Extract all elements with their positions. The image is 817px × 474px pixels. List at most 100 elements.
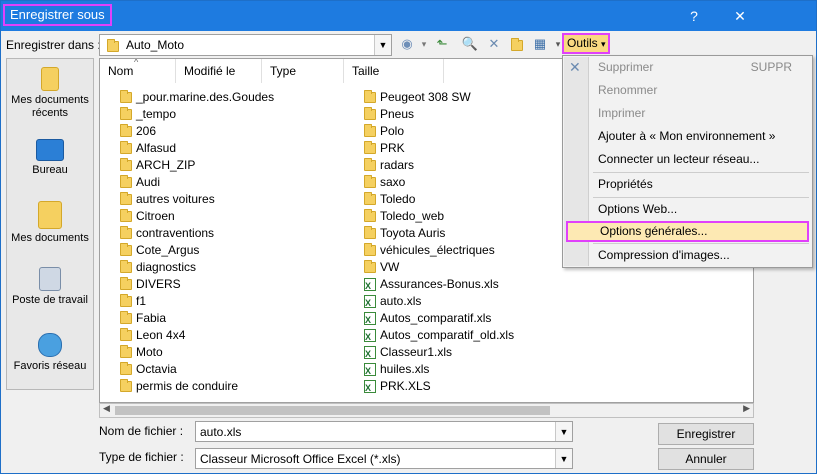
excel-file-icon bbox=[364, 295, 376, 312]
scroll-left-icon[interactable]: ◀ bbox=[103, 403, 110, 414]
delete-icon[interactable]: ✕ bbox=[485, 35, 503, 53]
folder-icon bbox=[120, 192, 132, 205]
save-as-dialog: Enregistrer sous ? ✕ Enregistrer dans : … bbox=[0, 0, 817, 474]
item-name: Pneus bbox=[380, 107, 415, 121]
folder-icon bbox=[364, 192, 376, 205]
item-name: auto.xls bbox=[380, 294, 422, 308]
menu-item-properties[interactable]: Propriétés bbox=[590, 174, 810, 195]
cancel-button[interactable]: Annuler bbox=[658, 448, 754, 470]
folder-icon bbox=[107, 39, 119, 52]
item-name: _pour.marine.des.Goudes bbox=[136, 90, 275, 104]
tools-menu: ✕ Supprimer SUPPR Renommer Imprimer Ajou… bbox=[562, 55, 813, 268]
views-icon[interactable]: ▦ bbox=[531, 35, 549, 53]
current-folder: Auto_Moto bbox=[126, 38, 185, 52]
network-places-icon bbox=[38, 333, 62, 357]
menu-item-label: Options générales... bbox=[600, 224, 708, 238]
save-button[interactable]: Enregistrer bbox=[658, 423, 754, 445]
menu-separator bbox=[593, 197, 809, 198]
menu-item-rename[interactable]: Renommer bbox=[590, 80, 810, 101]
folder-icon bbox=[364, 90, 376, 103]
folder-icon bbox=[364, 260, 376, 273]
save-in-combo[interactable]: Auto_Moto ▼ bbox=[99, 34, 392, 56]
item-name: Audi bbox=[136, 175, 161, 189]
column-header-modified[interactable]: Modifié le bbox=[176, 59, 262, 83]
horizontal-scrollbar[interactable]: ◀ ▶ bbox=[99, 403, 754, 418]
excel-file-icon bbox=[364, 312, 376, 329]
recent-documents-icon bbox=[41, 67, 59, 91]
search-web-icon[interactable]: 🔍 bbox=[461, 35, 479, 53]
folder-icon bbox=[120, 141, 132, 154]
place-label: Bureau bbox=[32, 164, 68, 176]
item-name: Citroen bbox=[136, 209, 175, 223]
place-label: Mes documents bbox=[11, 232, 89, 244]
title-bar: Enregistrer sous ? ✕ bbox=[1, 1, 816, 31]
menu-item-label: Imprimer bbox=[598, 106, 646, 120]
scrollbar-thumb[interactable] bbox=[115, 406, 550, 415]
menu-separator bbox=[593, 243, 809, 244]
item-name: contraventions bbox=[136, 226, 215, 240]
back-dropdown-icon[interactable]: ▾ bbox=[415, 35, 433, 53]
chevron-down-icon[interactable]: ▼ bbox=[555, 449, 572, 468]
excel-file-icon bbox=[364, 278, 376, 295]
scroll-right-icon[interactable]: ▶ bbox=[743, 403, 750, 414]
item-name: Autos_comparatif.xls bbox=[380, 311, 492, 325]
place-recent-documents[interactable]: Mes documents récents bbox=[7, 67, 93, 120]
item-name: Polo bbox=[380, 124, 405, 138]
folder-icon bbox=[364, 158, 376, 171]
column-header-type[interactable]: Type bbox=[262, 59, 344, 83]
place-computer[interactable]: Poste de travail bbox=[7, 267, 93, 307]
place-network[interactable]: Favoris réseau bbox=[7, 333, 93, 373]
folder-icon bbox=[120, 277, 132, 290]
item-name: Toyota Auris bbox=[380, 226, 446, 240]
folder-icon bbox=[120, 107, 132, 120]
computer-icon bbox=[39, 267, 61, 291]
chevron-down-icon[interactable]: ▼ bbox=[555, 422, 572, 441]
filetype-value: Classeur Microsoft Office Excel (*.xls) bbox=[200, 452, 401, 466]
place-label: Mes documents récents bbox=[11, 94, 89, 119]
help-button[interactable]: ? bbox=[673, 1, 715, 31]
chevron-down-icon[interactable]: ▼ bbox=[374, 35, 391, 55]
tools-button[interactable]: Outils ▾ bbox=[562, 33, 610, 54]
menu-item-print[interactable]: Imprimer bbox=[590, 103, 810, 124]
menu-item-label: Compression d'images... bbox=[598, 248, 730, 262]
places-bar: Mes documents récents Bureau Mes documen… bbox=[6, 58, 94, 390]
menu-separator bbox=[593, 172, 809, 173]
delete-icon: ✕ bbox=[569, 59, 581, 75]
menu-item-map-network-drive[interactable]: Connecter un lecteur réseau... bbox=[590, 149, 810, 170]
new-folder-glyph bbox=[511, 38, 523, 51]
menu-item-shortcut: SUPPR bbox=[750, 60, 792, 74]
menu-item-delete[interactable]: Supprimer SUPPR bbox=[590, 57, 810, 78]
place-my-documents[interactable]: Mes documents bbox=[7, 201, 93, 245]
folder-icon bbox=[364, 175, 376, 188]
menu-item-compress-pictures[interactable]: Compression d'images... bbox=[590, 245, 810, 266]
menu-item-label: Options Web... bbox=[598, 202, 678, 216]
item-name: Octavia bbox=[136, 362, 177, 376]
item-name: _tempo bbox=[136, 107, 177, 121]
menu-item-label: Ajouter à « Mon environnement » bbox=[598, 129, 776, 143]
item-name: Leon 4x4 bbox=[136, 328, 186, 342]
item-name: véhicules_électriques bbox=[380, 243, 495, 257]
item-name: ARCH_ZIP bbox=[136, 158, 196, 172]
item-name: Moto bbox=[136, 345, 163, 359]
menu-item-web-options[interactable]: Options Web... bbox=[590, 199, 810, 220]
menu-item-label: Renommer bbox=[598, 83, 658, 97]
column-header-size[interactable]: Taille bbox=[344, 59, 444, 83]
sort-ascending-icon: ^ bbox=[134, 58, 139, 67]
place-desktop[interactable]: Bureau bbox=[7, 139, 93, 177]
up-folder-icon[interactable]: ⬑ bbox=[433, 35, 451, 53]
folder-icon bbox=[120, 345, 132, 358]
close-button[interactable]: ✕ bbox=[719, 1, 761, 31]
back-icon[interactable]: ◉ bbox=[398, 35, 416, 53]
desktop-icon bbox=[36, 139, 64, 161]
new-folder-icon[interactable] bbox=[508, 35, 526, 53]
folder-icon bbox=[120, 311, 132, 324]
my-documents-icon bbox=[38, 201, 62, 229]
folder-icon bbox=[120, 379, 132, 392]
menu-item-general-options[interactable]: Options générales... bbox=[566, 221, 809, 242]
item-name: Toledo bbox=[380, 192, 416, 206]
filetype-select[interactable]: Classeur Microsoft Office Excel (*.xls) … bbox=[195, 448, 573, 469]
item-name: VW bbox=[380, 260, 400, 274]
menu-item-add-to-my-places[interactable]: Ajouter à « Mon environnement » bbox=[590, 126, 810, 147]
filename-input[interactable]: auto.xls ▼ bbox=[195, 421, 573, 442]
folder-icon bbox=[120, 158, 132, 171]
